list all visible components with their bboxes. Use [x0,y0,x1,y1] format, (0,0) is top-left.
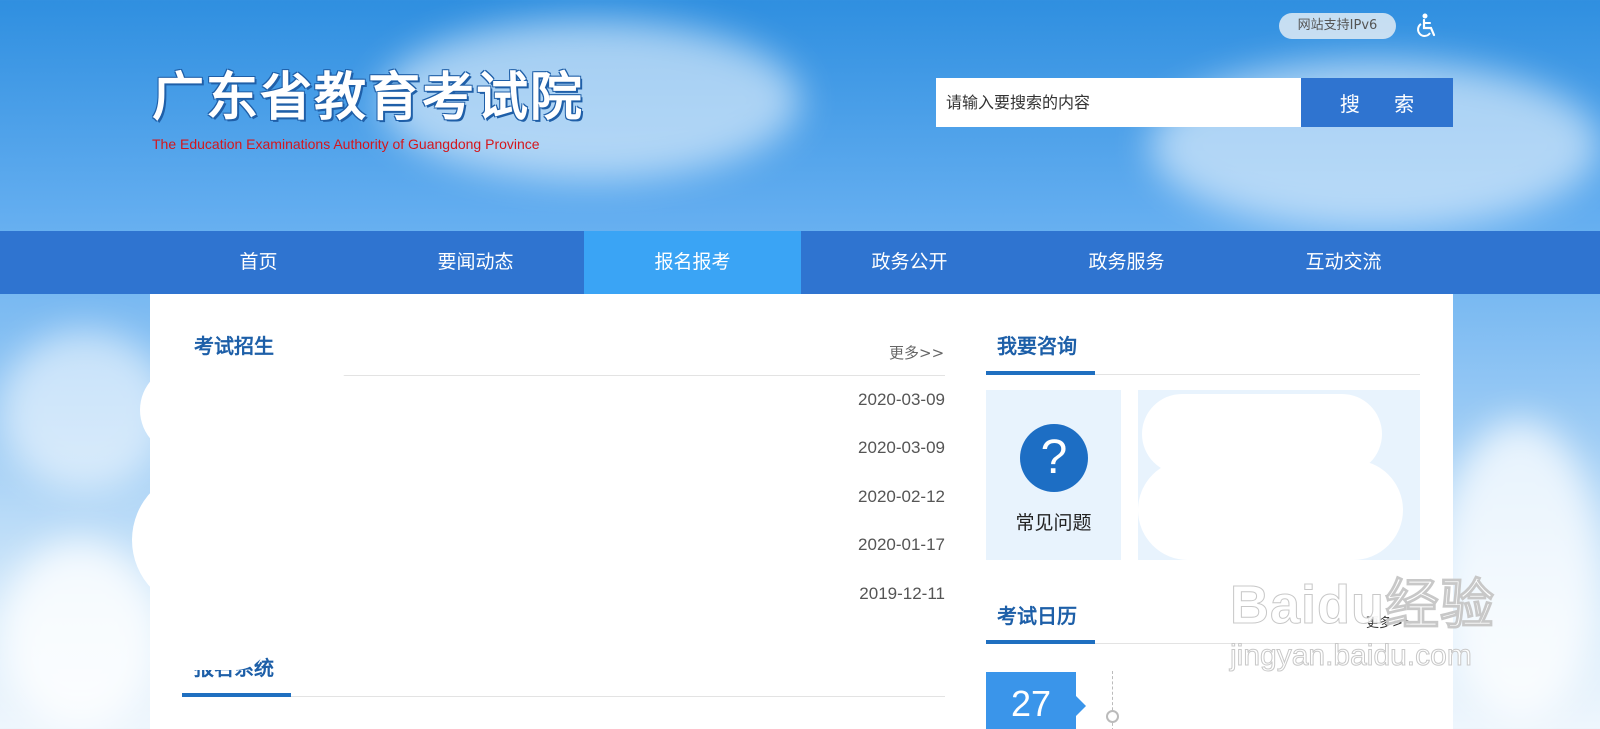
redacted-area [150,600,270,670]
nav-item-registration[interactable]: 报名报考 [584,231,801,294]
site-logo[interactable]: 广东省教育考试院 The Education Examinations Auth… [152,68,584,152]
section-underline [986,640,1095,644]
news-date: 2019-12-11 [859,584,945,603]
logo-title: 广东省教育考试院 [152,68,585,128]
main-nav: 首页 要闻动态 报名报考 政务公开 政务服务 互动交流 [0,231,1600,294]
nav-item-interaction[interactable]: 互动交流 [1235,231,1452,294]
site-header: 广东省教育考试院 The Education Examinations Auth… [0,0,1600,231]
watermark-brand: Baidu经验 [1229,575,1496,636]
redacted-area [140,365,360,455]
faq-label: 常见问题 [1015,512,1092,534]
cloud-decoration [0,540,160,729]
search-input[interactable] [936,78,1301,127]
news-date: 2020-03-09 [858,438,945,457]
nav-item-home[interactable]: 首页 [150,231,367,294]
section-underline [986,371,1095,375]
ipv6-badge: 网站支持IPv6 [1279,13,1396,39]
redacted-area [1138,460,1403,560]
news-date: 2020-02-12 [858,487,945,506]
section-title-consult: 我要咨询 [997,334,1077,358]
news-date: 2020-01-17 [858,535,945,554]
search-bar: 搜 索 [936,78,1453,127]
consult-promo-panel[interactable] [1138,390,1420,560]
nav-item-government-affairs[interactable]: 政务公开 [801,231,1018,294]
watermark-url: jingyan.baidu.com [1229,639,1472,673]
redacted-area [132,470,392,610]
wheelchair-icon[interactable] [1412,12,1440,40]
search-button[interactable]: 搜 索 [1301,78,1453,127]
calendar-day[interactable]: 27 [986,672,1086,729]
divider [1095,374,1420,375]
nav-item-news[interactable]: 要闻动态 [367,231,584,294]
news-date: 2020-03-09 [858,390,945,409]
section-title-exam-calendar: 考试日历 [997,604,1077,628]
nav-item-government-services[interactable]: 政务服务 [1018,231,1235,294]
faq-card[interactable]: ? 常见问题 [986,390,1121,560]
question-mark-icon: ? [1020,424,1088,492]
section-underline [182,693,291,697]
timeline-dot [1106,710,1119,723]
logo-subtitle: The Education Examinations Authority of … [152,136,540,152]
section-title-exam-recruitment: 考试招生 [194,334,274,358]
divider [291,696,945,697]
baidu-watermark: Baidu经验 jingyan.baidu.com [1229,560,1496,673]
exam-recruitment-more-link[interactable]: 更多>> [889,342,944,363]
